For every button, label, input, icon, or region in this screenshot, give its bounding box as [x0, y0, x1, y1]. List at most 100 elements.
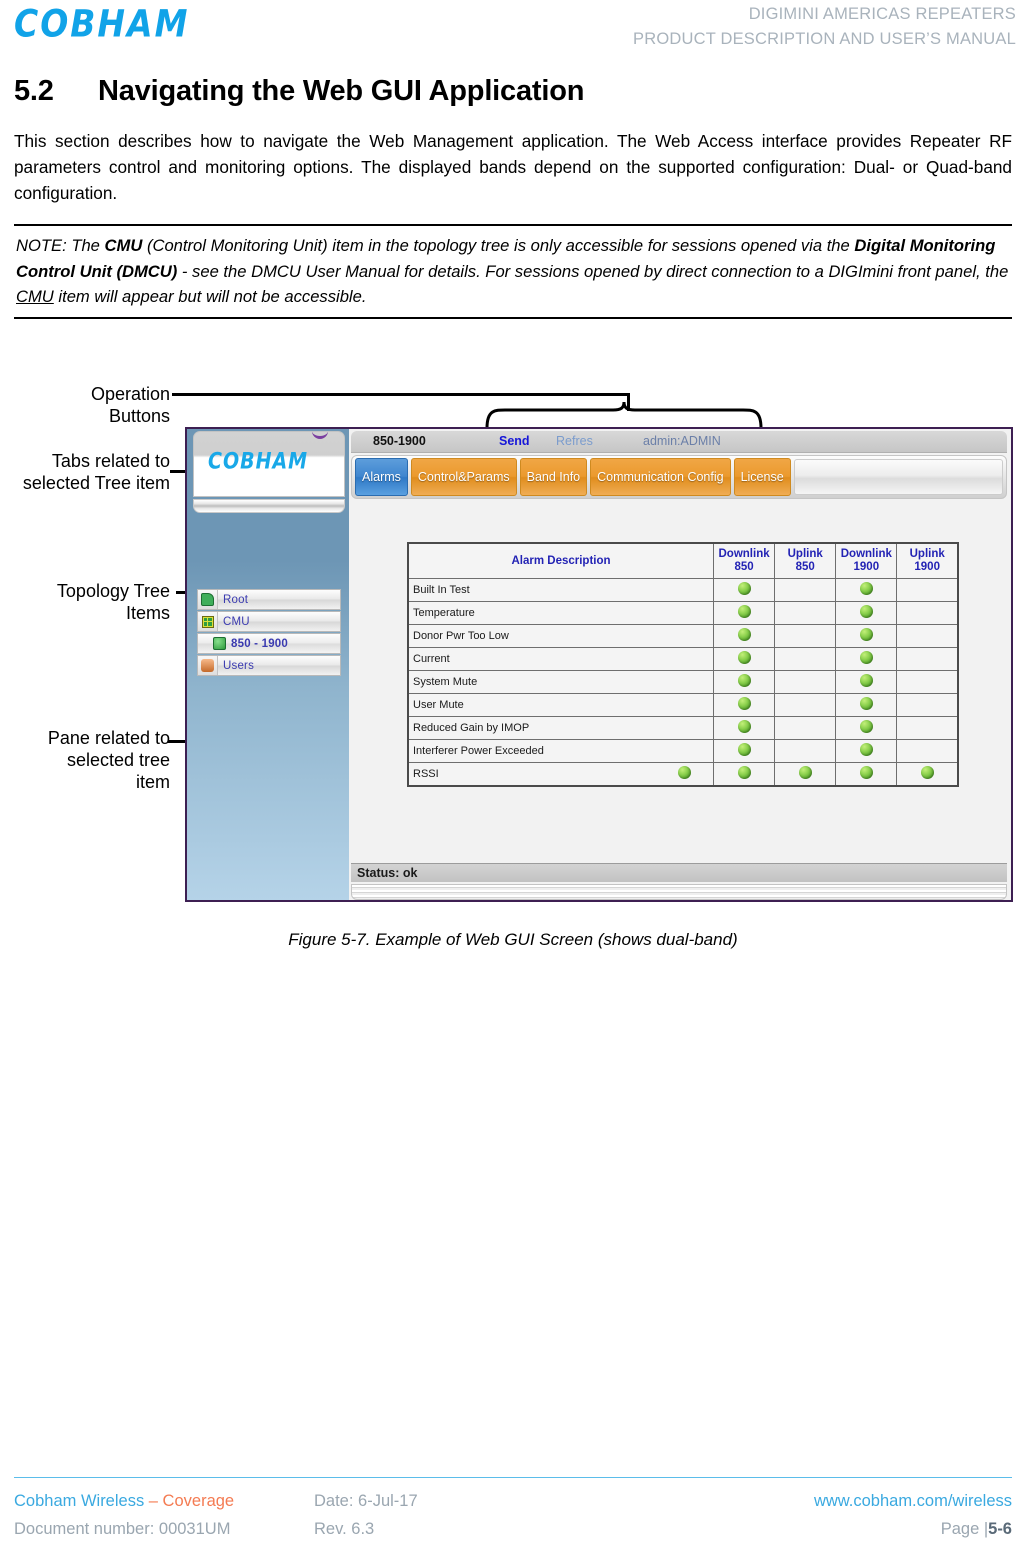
alarm-description-cell: User Mute [407, 693, 714, 717]
alarm-led-cell [712, 601, 776, 625]
table-row: Donor Pwr Too Low [407, 624, 959, 648]
cmu-node-icon [198, 612, 218, 631]
gui-logo-panel: COBHAM [193, 431, 345, 497]
status-led-green-icon [859, 605, 873, 618]
sidebar-splitter[interactable] [193, 499, 345, 513]
page-title: 5.2 Navigating the Web GUI Application [14, 75, 584, 108]
callout-pane: Pane related to selected tree item [47, 728, 170, 792]
figure-5-7: Operation Buttons Tabs related to select… [0, 375, 1026, 949]
alarm-description-cell: System Mute [407, 670, 714, 694]
status-led-green-icon [737, 697, 751, 710]
alarm-led-cell [774, 693, 837, 717]
tab-control-and-params[interactable]: Control&Params [410, 458, 517, 496]
col-line-1: Downlink [840, 548, 892, 560]
status-led-green-icon [859, 582, 873, 595]
gui-bottom-rails [351, 884, 1007, 900]
send-button[interactable]: Send [499, 434, 530, 448]
table-row: Reduced Gain by IMOP [407, 716, 959, 740]
status-led-green-icon [859, 628, 873, 641]
footer-website[interactable]: www.cobham.com/wireless [714, 1487, 1012, 1515]
alarm-led-cell [712, 716, 776, 740]
alarm-led-cell [835, 716, 898, 740]
column-header-description: Alarm Description [407, 542, 714, 579]
alarm-led-cell [896, 670, 959, 694]
tab-band-info[interactable]: Band Info [519, 458, 588, 496]
footer-page-number: 5-6 [988, 1520, 1012, 1538]
gui-sidebar: COBHAM Root CMU 850 - 1900 Users [187, 429, 349, 900]
status-led-green-icon [737, 582, 751, 595]
footer-company-name: Cobham Wireless [14, 1492, 149, 1510]
alarm-table-container: Alarm Description Downlink 850 Uplink 85… [407, 542, 959, 787]
refresh-button[interactable]: Refres [556, 434, 593, 448]
band-indicator: 850-1900 [373, 434, 426, 448]
tab-communication-config[interactable]: Communication Config [590, 458, 731, 496]
gui-main-pane: 850-1900 Send Refres admin:ADMIN Alarms … [349, 429, 1011, 900]
status-led-green-icon [737, 743, 751, 756]
tree-item-band[interactable]: 850 - 1900 [197, 633, 341, 654]
col-line-1: Downlink [718, 548, 770, 560]
tree-item-users[interactable]: Users [197, 655, 341, 676]
header-title-block: DIGIMINI AMERICAS REPEATERS PRODUCT DESC… [633, 2, 1016, 52]
column-header-uplink-850: Uplink 850 [774, 542, 837, 579]
footer-revision: Rev. 6.3 [314, 1520, 375, 1538]
alarm-led-cell [835, 762, 898, 787]
cobham-logo: COBHAM [14, 2, 190, 46]
status-led-green-icon [859, 720, 873, 733]
footer-company-division: – Coverage [148, 1492, 235, 1510]
note-part-1: NOTE: The [16, 236, 105, 255]
decorative-arc [312, 432, 328, 439]
callout-topology-tree: Topology Tree Items [56, 581, 170, 623]
column-header-downlink-850: Downlink 850 [712, 542, 776, 579]
gui-tabstrip: Alarms Control&Params Band Info Communic… [351, 455, 1007, 499]
column-header-downlink-1900: Downlink 1900 [835, 542, 898, 579]
band-node-icon [213, 637, 226, 650]
status-led-green-icon [737, 651, 751, 664]
alarm-led-cell [774, 624, 837, 648]
col-line-1: Uplink [909, 548, 945, 560]
footer-document-number: Document number: 00031UM [14, 1520, 231, 1538]
col-line-2: 850 [734, 561, 754, 573]
tree-item-cmu[interactable]: CMU [197, 611, 341, 632]
topology-tree: Root CMU 850 - 1900 Users [197, 589, 341, 677]
alarm-led-cell [712, 762, 776, 787]
status-led-green-icon [859, 674, 873, 687]
note-part-3: - see the DMCU User Manual for details. … [177, 261, 1009, 281]
alarm-led-cell [896, 762, 959, 787]
alarm-led-cell [896, 601, 959, 625]
alarm-led-cell [896, 624, 959, 648]
alarm-led-cell [835, 624, 898, 648]
tree-item-root[interactable]: Root [197, 589, 341, 610]
root-node-icon [198, 590, 218, 609]
header-line-2: PRODUCT DESCRIPTION AND USER’S MANUAL [633, 30, 1016, 48]
alarm-led-cell [774, 647, 837, 671]
alarm-led-cell [774, 578, 837, 602]
alarm-led-cell [835, 739, 898, 763]
tree-item-label: 850 - 1900 [231, 637, 288, 650]
alarm-table-body: Built In Test Temperature Donor Pwr Too Lo… [407, 578, 959, 787]
user-indicator[interactable]: admin:ADMIN [643, 434, 721, 448]
tab-license[interactable]: License [733, 458, 791, 496]
col-line-2: 850 [795, 561, 815, 573]
alarm-description-cell: Temperature [407, 601, 714, 625]
status-led-green-icon [798, 766, 812, 779]
note-box: NOTE: The CMU (Control Monitoring Unit) … [14, 224, 1012, 319]
tab-alarms[interactable]: Alarms [355, 458, 408, 496]
status-led-green-icon [920, 766, 934, 779]
callout-tabs: Tabs related to selected Tree item [22, 451, 170, 493]
note-part-2: (Control Monitoring Unit) item in the to… [142, 236, 855, 255]
footer-page: Page |5-6 [714, 1515, 1012, 1543]
col-line-2: 1900 [853, 561, 880, 573]
alarm-led-cell [835, 601, 898, 625]
alarm-led-cell [896, 739, 959, 763]
alarm-led-cell [896, 716, 959, 740]
tabstrip-filler [793, 459, 1003, 495]
status-led-green-icon [859, 697, 873, 710]
status-led-green-icon [678, 766, 691, 779]
footer-row-2: Document number: 00031UM Rev. 6.3 Page |… [14, 1515, 1012, 1543]
status-led-green-icon [859, 743, 873, 756]
users-node-icon [198, 656, 218, 675]
status-led-green-icon [737, 605, 751, 618]
status-led-green-icon [859, 651, 873, 664]
leader-line-operation [172, 393, 630, 396]
section-number: 5.2 [14, 75, 54, 107]
